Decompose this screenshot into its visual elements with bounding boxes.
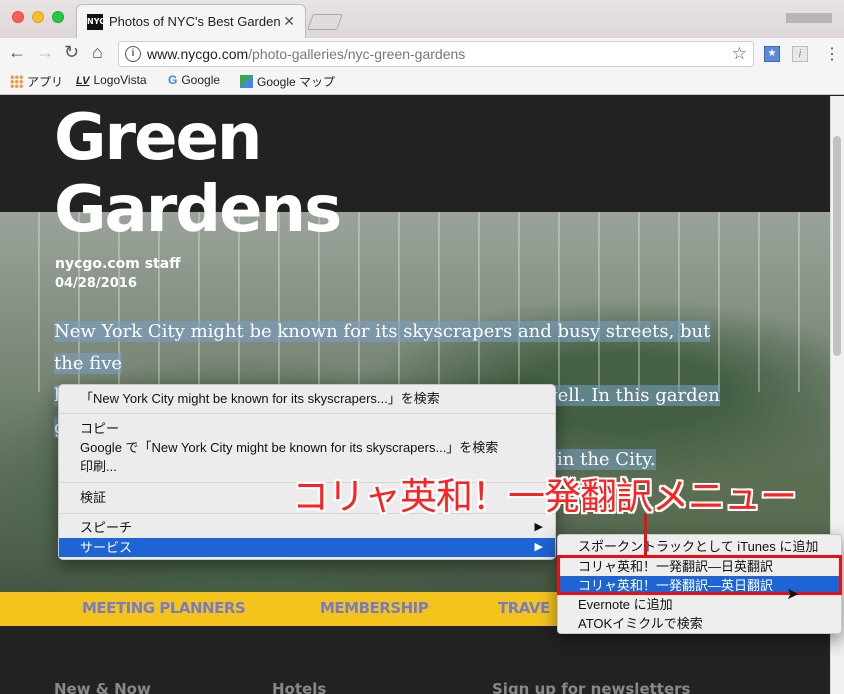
lv-icon: LV: [76, 75, 90, 87]
bookmark-google[interactable]: G Google: [168, 73, 220, 87]
bookmark-label: Google: [181, 73, 221, 87]
menu-speech[interactable]: スピーチ ▶: [59, 518, 555, 537]
menu-services-label: サービス: [80, 540, 133, 555]
nav-membership[interactable]: MEMBERSHIP: [320, 599, 429, 617]
home-icon[interactable]: ⌂: [92, 42, 103, 63]
apps-grid-icon: [10, 75, 23, 88]
bookmark-apps[interactable]: アプリ: [10, 73, 63, 90]
back-icon[interactable]: ←: [8, 42, 26, 63]
author[interactable]: nycgo.com staff: [55, 256, 181, 272]
bookmark-label: LogoVista: [93, 73, 147, 87]
menu-copy[interactable]: コピー: [59, 419, 555, 438]
submenu-arrow-icon: ▶: [534, 521, 543, 533]
submenu-arrow-icon: ▶: [534, 541, 543, 553]
intro-line: New York City might be known for its sky…: [54, 321, 711, 374]
service-atok-search[interactable]: ATOKイミクルで検索: [558, 614, 841, 633]
publish-date: 04/28/2016: [55, 276, 137, 291]
title-bar: NYC Photos of NYC's Best Gardens ✕: [0, 0, 844, 38]
browser-menu-icon[interactable]: ⋮: [824, 44, 840, 64]
new-tab-button[interactable]: [307, 14, 343, 30]
zoom-window-button[interactable]: [52, 11, 64, 23]
callout-label: コリャ英和！一発翻訳メニュー: [292, 475, 797, 518]
menu-services[interactable]: サービス ▶: [59, 538, 555, 557]
page-title: Green Gardens: [54, 101, 342, 247]
url-domain: www.nycgo.com: [147, 46, 249, 62]
maps-icon: [240, 75, 253, 88]
forward-icon[interactable]: →: [36, 42, 54, 63]
bookmarks-bar: アプリ LV LogoVista G Google Google マップ: [0, 70, 844, 95]
browser-tab[interactable]: NYC Photos of NYC's Best Gardens ✕: [76, 4, 306, 38]
mouse-cursor-icon: ➤: [786, 586, 800, 603]
extension-info-icon[interactable]: i: [792, 46, 808, 62]
page-title-line: Gardens: [54, 173, 342, 247]
footer-hotels[interactable]: Hotels: [272, 680, 326, 694]
google-icon: G: [168, 73, 178, 87]
tab-close-icon[interactable]: ✕: [283, 13, 295, 30]
url-path: /photo-galleries/nyc-green-gardens: [248, 46, 466, 62]
footer-newsletters[interactable]: Sign up for newsletters: [492, 680, 690, 694]
bookmark-google-maps[interactable]: Google マップ: [240, 73, 335, 90]
menu-search-selection[interactable]: 「New York City might be known for its sk…: [59, 389, 555, 408]
close-window-button[interactable]: [12, 11, 24, 23]
bookmark-label: Google マップ: [257, 75, 336, 89]
menu-speech-label: スピーチ: [80, 520, 133, 535]
bookmark-logovista[interactable]: LV LogoVista: [76, 73, 147, 87]
url-text[interactable]: www.nycgo.com/photo-galleries/nyc-green-…: [147, 46, 465, 62]
menu-divider: [59, 413, 555, 414]
page-title-line: Green: [54, 101, 262, 175]
browser-toolbar: ← → ↻ ⌂ i www.nycgo.com/photo-galleries/…: [0, 38, 844, 70]
callout-line: [644, 514, 647, 556]
scrollbar-thumb[interactable]: [833, 136, 841, 356]
nav-travel[interactable]: TRAVE: [498, 599, 550, 617]
bookmark-star-icon[interactable]: ☆: [732, 44, 747, 64]
tab-title: Photos of NYC's Best Gardens: [109, 14, 281, 29]
info-icon[interactable]: i: [125, 46, 141, 62]
minimize-window-button[interactable]: [32, 11, 44, 23]
footer-new-now[interactable]: New & Now: [54, 680, 151, 694]
menu-search-google[interactable]: Google で「New York City might be known fo…: [59, 438, 555, 457]
address-bar[interactable]: i www.nycgo.com/photo-galleries/nyc-gree…: [118, 41, 754, 67]
profile-indicator[interactable]: [786, 13, 832, 23]
reload-icon[interactable]: ↻: [64, 42, 79, 63]
nav-meeting-planners[interactable]: MEETING PLANNERS: [82, 599, 246, 617]
nyc-favicon-icon: NYC: [87, 14, 105, 30]
extension-star-icon[interactable]: ★: [764, 46, 780, 62]
service-add-itunes[interactable]: スポークントラックとして iTunes に追加: [558, 537, 841, 556]
bookmark-label: アプリ: [27, 75, 64, 89]
